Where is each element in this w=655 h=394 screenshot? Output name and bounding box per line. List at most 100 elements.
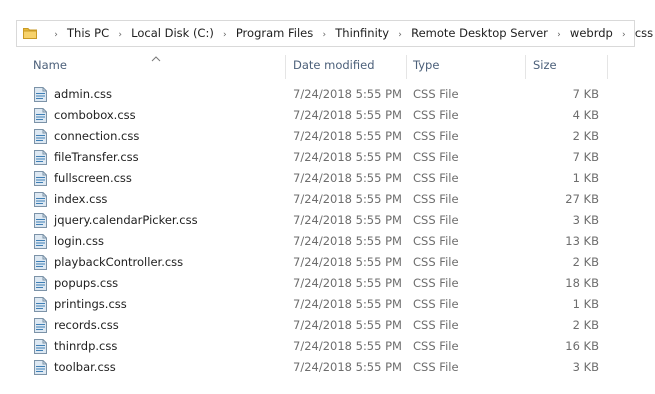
file-row[interactable]: admin.css 7/24/2018 5:55 PM CSS File 7 KB [0, 84, 655, 105]
file-size: 3 KB [572, 213, 599, 227]
file-date-modified: 7/24/2018 5:55 PM [293, 360, 402, 374]
chevron-right-icon[interactable]: › [613, 23, 635, 48]
file-date-modified: 7/24/2018 5:55 PM [293, 234, 402, 248]
css-file-icon [34, 234, 47, 249]
file-name[interactable]: toolbar.css [54, 357, 116, 378]
file-row[interactable]: printings.css 7/24/2018 5:55 PM CSS File 1 … [0, 294, 655, 315]
chevron-right-icon[interactable]: › [548, 23, 570, 48]
file-name[interactable]: playbackController.css [54, 252, 183, 273]
file-row[interactable]: jquery.calendarPicker.css 7/24/2018 5:55 … [0, 210, 655, 231]
chevron-right-icon[interactable]: › [389, 23, 411, 48]
file-type: CSS File [413, 150, 459, 164]
column-header-type[interactable]: Type [413, 52, 439, 79]
file-date-modified: 7/24/2018 5:55 PM [293, 297, 402, 311]
css-file-icon [34, 360, 47, 375]
file-row[interactable]: fileTransfer.css 7/24/2018 5:55 PM CSS Fil… [0, 147, 655, 168]
css-file-icon [34, 276, 47, 291]
file-date-modified: 7/24/2018 5:55 PM [293, 276, 402, 290]
breadcrumb-item[interactable]: Local Disk (C:) [131, 26, 214, 40]
file-type: CSS File [413, 234, 459, 248]
file-size: 3 KB [572, 360, 599, 374]
css-file-icon [34, 297, 47, 312]
file-date-modified: 7/24/2018 5:55 PM [293, 171, 402, 185]
file-type: CSS File [413, 213, 459, 227]
file-name[interactable]: printings.css [54, 294, 127, 315]
file-size: 2 KB [572, 129, 599, 143]
file-name[interactable]: records.css [54, 315, 119, 336]
file-date-modified: 7/24/2018 5:55 PM [293, 150, 402, 164]
file-row[interactable]: login.css 7/24/2018 5:55 PM CSS File 13 KB [0, 231, 655, 252]
column-header: Name Date modified Type Size [0, 52, 655, 79]
file-date-modified: 7/24/2018 5:55 PM [293, 87, 402, 101]
column-header-size[interactable]: Size [533, 52, 557, 79]
breadcrumb-item[interactable]: Thinfinity [335, 26, 389, 40]
file-name[interactable]: jquery.calendarPicker.css [54, 210, 198, 231]
file-type: CSS File [413, 339, 459, 353]
file-type: CSS File [413, 171, 459, 185]
file-type: CSS File [413, 129, 459, 143]
file-name[interactable]: admin.css [54, 84, 112, 105]
file-size: 13 KB [565, 234, 599, 248]
chevron-right-icon[interactable]: › [214, 23, 236, 48]
file-date-modified: 7/24/2018 5:55 PM [293, 213, 402, 227]
file-row[interactable]: playbackController.css 7/24/2018 5:55 PM C… [0, 252, 655, 273]
file-name[interactable]: connection.css [54, 126, 139, 147]
css-file-icon [34, 339, 47, 354]
file-size: 2 KB [572, 255, 599, 269]
column-divider[interactable] [285, 55, 286, 79]
file-date-modified: 7/24/2018 5:55 PM [293, 192, 402, 206]
file-name[interactable]: login.css [54, 231, 104, 252]
file-name[interactable]: popups.css [54, 273, 118, 294]
file-row[interactable]: connection.css 7/24/2018 5:55 PM CSS File 2… [0, 126, 655, 147]
file-size: 1 KB [572, 171, 599, 185]
column-header-name[interactable]: Name [33, 52, 67, 79]
file-date-modified: 7/24/2018 5:55 PM [293, 339, 402, 353]
address-bar[interactable]: › This PC › Local Disk (C:) › Program Files › T… [16, 20, 653, 47]
file-row[interactable]: toolbar.css 7/24/2018 5:55 PM CSS File 3 KB [0, 357, 655, 378]
column-divider[interactable] [406, 55, 407, 79]
css-file-icon [34, 318, 47, 333]
css-file-icon [34, 213, 47, 228]
file-size: 16 KB [565, 339, 599, 353]
breadcrumb-item[interactable]: webrdp [570, 26, 613, 40]
css-file-icon [34, 87, 47, 102]
file-name[interactable]: index.css [54, 189, 107, 210]
chevron-right-icon[interactable]: › [109, 23, 131, 48]
chevron-right-icon[interactable]: › [45, 23, 67, 48]
file-date-modified: 7/24/2018 5:55 PM [293, 318, 402, 332]
file-size: 2 KB [572, 318, 599, 332]
breadcrumb-item[interactable]: This PC [67, 26, 109, 40]
breadcrumb-item[interactable]: css [635, 26, 653, 40]
file-size: 7 KB [572, 87, 599, 101]
file-date-modified: 7/24/2018 5:55 PM [293, 129, 402, 143]
column-divider[interactable] [607, 55, 608, 79]
breadcrumb: › This PC › Local Disk (C:) › Program Files › T… [45, 21, 653, 46]
file-type: CSS File [413, 318, 459, 332]
file-size: 27 KB [565, 192, 599, 206]
file-type: CSS File [413, 255, 459, 269]
file-row[interactable]: index.css 7/24/2018 5:55 PM CSS File 27 KB [0, 189, 655, 210]
css-file-icon [34, 108, 47, 123]
file-type: CSS File [413, 192, 459, 206]
css-file-icon [34, 192, 47, 207]
file-name[interactable]: combobox.css [54, 105, 136, 126]
file-size: 1 KB [572, 297, 599, 311]
css-file-icon [34, 129, 47, 144]
file-row[interactable]: combobox.css 7/24/2018 5:55 PM CSS File 4 K… [0, 105, 655, 126]
file-size: 18 KB [565, 276, 599, 290]
file-type: CSS File [413, 87, 459, 101]
column-divider[interactable] [525, 55, 526, 79]
file-name[interactable]: fileTransfer.css [54, 147, 139, 168]
file-row[interactable]: records.css 7/24/2018 5:55 PM CSS File 2 KB [0, 315, 655, 336]
chevron-right-icon[interactable]: › [313, 23, 335, 48]
file-name[interactable]: thinrdp.css [54, 336, 117, 357]
breadcrumb-item[interactable]: Program Files [236, 26, 313, 40]
file-type: CSS File [413, 108, 459, 122]
breadcrumb-item[interactable]: Remote Desktop Server [411, 26, 548, 40]
file-row[interactable]: popups.css 7/24/2018 5:55 PM CSS File 18 KB [0, 273, 655, 294]
css-file-icon [34, 255, 47, 270]
column-header-date[interactable]: Date modified [293, 52, 375, 79]
file-row[interactable]: fullscreen.css 7/24/2018 5:55 PM CSS File 1… [0, 168, 655, 189]
file-name[interactable]: fullscreen.css [54, 168, 132, 189]
file-row[interactable]: thinrdp.css 7/24/2018 5:55 PM CSS File 16 K… [0, 336, 655, 357]
